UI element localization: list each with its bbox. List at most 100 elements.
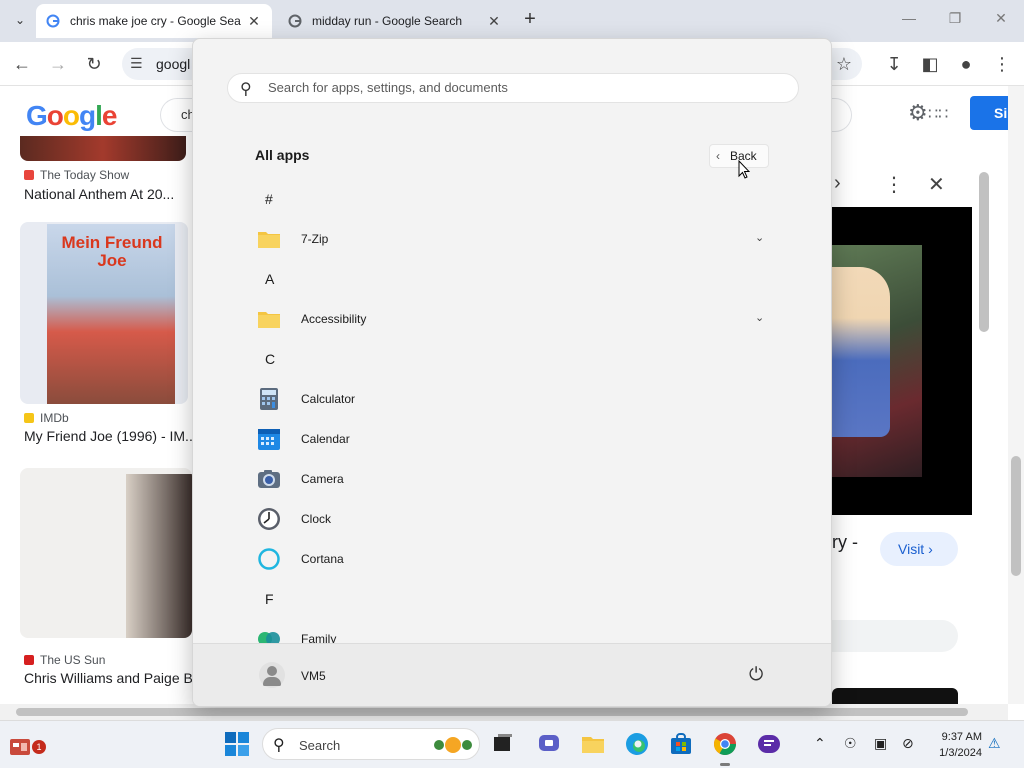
widgets-icon[interactable]: 1 [8, 733, 46, 759]
section-letter-hash[interactable]: # [241, 179, 781, 219]
tab-search-chevron-icon[interactable]: ⌄ [6, 8, 34, 32]
bookmark-star-icon[interactable]: ☆ [832, 52, 856, 76]
all-apps-list: # 7-Zip ⌄ A Accessibility ⌄ C Calculator… [241, 179, 801, 644]
taskbar: 1 ⚲ Search ⌃ ☉ ▣ ⊘ 9:37 AM 1/3/2024 ⚠ [0, 720, 1024, 768]
tab-chris-make-joe-cry[interactable]: chris make joe cry - Google Sea ✕ [36, 4, 272, 38]
system-clock[interactable]: 9:37 AM 1/3/2024 [930, 729, 982, 761]
panel-scroll-thumb[interactable] [979, 172, 989, 332]
close-window-icon[interactable]: ✕ [986, 10, 1016, 27]
photo-image [126, 474, 192, 638]
user-avatar-icon[interactable] [259, 662, 285, 688]
search-icon: ⚲ [273, 737, 285, 754]
chat-glyph-icon [539, 735, 559, 751]
movie-poster-image: Mein Freund Joe [47, 224, 175, 404]
store-icon[interactable] [668, 731, 694, 757]
minimize-icon[interactable]: — [894, 10, 924, 26]
result-thumbnail[interactable] [20, 136, 186, 161]
preview-image[interactable] [832, 207, 972, 515]
result-source: The Today Show [24, 168, 129, 182]
panel-close-icon[interactable]: ✕ [928, 172, 945, 197]
cartoon-character-image [832, 267, 890, 437]
app-7zip-folder[interactable]: 7-Zip ⌄ [241, 219, 781, 259]
display-icon[interactable]: ▣ [874, 735, 887, 752]
google-logo[interactable]: Google [26, 100, 117, 132]
result-thumbnail[interactable]: Mein Freund Joe [20, 222, 188, 404]
chat-icon[interactable] [536, 731, 562, 757]
cortana-icon [258, 548, 280, 570]
result-thumbnail[interactable] [20, 468, 192, 638]
site-settings-icon[interactable]: ☰ [130, 55, 143, 72]
start-menu: ⚲ All apps ‹ Back # 7-Zip ⌄ A Accessibil… [192, 38, 832, 707]
app-launcher-icon[interactable] [756, 731, 782, 757]
running-indicator [720, 763, 730, 766]
search-icon: ⚲ [240, 81, 252, 98]
address-text: googl [156, 56, 191, 72]
chevron-down-icon[interactable]: ⌄ [755, 231, 764, 244]
apps-grid-icon[interactable]: ∷∷ [928, 104, 948, 124]
app-calculator[interactable]: Calculator [241, 379, 781, 419]
tab-close-icon[interactable]: ✕ [246, 13, 262, 30]
chevron-down-icon[interactable]: ⌄ [755, 311, 764, 324]
clock-date: 1/3/2024 [939, 747, 982, 759]
tab-midday-run[interactable]: midday run - Google Search ✕ [278, 4, 512, 38]
download-icon[interactable]: ↧ [882, 52, 906, 76]
result-title[interactable]: National Anthem At 20... [24, 186, 174, 202]
clock-time: 9:37 AM [941, 731, 982, 743]
folder-icon [258, 232, 280, 248]
app-accessibility-folder[interactable]: Accessibility ⌄ [241, 299, 781, 339]
taskbar-search-box[interactable]: ⚲ Search [262, 728, 480, 760]
folder-icon [258, 312, 280, 328]
panel-thumbnail[interactable] [832, 688, 958, 704]
start-menu-footer: VM5 ⏻ [193, 643, 831, 706]
forward-arrow-icon[interactable]: → [46, 52, 70, 76]
chrome-browser-icon[interactable] [712, 731, 738, 757]
start-search-box[interactable]: ⚲ [227, 73, 799, 103]
new-tab-plus-icon[interactable]: + [518, 8, 542, 32]
edge-logo-icon [626, 733, 648, 755]
profile-avatar-icon[interactable]: ● [954, 52, 978, 76]
network-icon[interactable]: ☉ [844, 735, 857, 752]
app-camera[interactable]: Camera [241, 459, 781, 499]
next-chevron-icon[interactable]: › [834, 172, 841, 195]
file-explorer-icon[interactable] [580, 731, 606, 757]
family-icon [258, 632, 280, 644]
result-title[interactable]: My Friend Joe (1996) - IM... [24, 428, 197, 444]
side-panel-icon[interactable]: ◧ [918, 52, 942, 76]
page-scroll-thumb[interactable] [1011, 456, 1021, 576]
page-vertical-scrollbar[interactable] [1008, 86, 1024, 704]
widgets-glyph-icon [10, 739, 30, 755]
panel-more-icon[interactable]: ⋮ [884, 172, 904, 197]
windows-start-icon[interactable] [224, 731, 250, 757]
start-search-input[interactable] [268, 80, 788, 95]
section-letter-f[interactable]: F [241, 579, 781, 619]
task-view-icon[interactable] [490, 731, 516, 757]
tab-close-icon[interactable]: ✕ [486, 13, 502, 30]
chevron-up-icon[interactable]: ⌃ [814, 735, 826, 752]
tab-title: chris make joe cry - Google Sea [70, 14, 241, 28]
edge-browser-icon[interactable] [624, 731, 650, 757]
result-title[interactable]: Chris Williams and Paige B [24, 670, 193, 686]
horizontal-scroll-thumb[interactable] [16, 708, 968, 716]
volume-muted-icon[interactable]: ⊘ [902, 735, 914, 752]
restore-icon[interactable]: ❐ [940, 10, 970, 27]
app-calendar[interactable]: Calendar [241, 419, 781, 459]
app-family[interactable]: Family [241, 619, 781, 644]
more-menu-icon[interactable]: ⋮ [990, 52, 1014, 76]
result-source: IMDb [24, 411, 69, 425]
app-clock[interactable]: Clock [241, 499, 781, 539]
notification-bell-icon[interactable]: ⚠ [988, 735, 1001, 752]
panel-scrollbar[interactable] [976, 156, 992, 696]
camera-icon [258, 470, 280, 488]
back-arrow-icon[interactable]: ← [10, 52, 34, 76]
power-icon[interactable]: ⏻ [749, 664, 763, 685]
panel-action-pill[interactable] [832, 620, 958, 652]
section-letter-a[interactable]: A [241, 259, 781, 299]
us-sun-favicon-icon [24, 655, 34, 665]
reload-icon[interactable]: ↻ [82, 52, 106, 76]
chevron-left-icon: ‹ [716, 149, 720, 163]
app-cortana[interactable]: Cortana [241, 539, 781, 579]
section-letter-c[interactable]: C [241, 339, 781, 379]
settings-gear-icon[interactable]: ⚙ [908, 100, 928, 126]
visit-button[interactable]: Visit › [880, 532, 958, 566]
user-name[interactable]: VM5 [301, 669, 326, 683]
